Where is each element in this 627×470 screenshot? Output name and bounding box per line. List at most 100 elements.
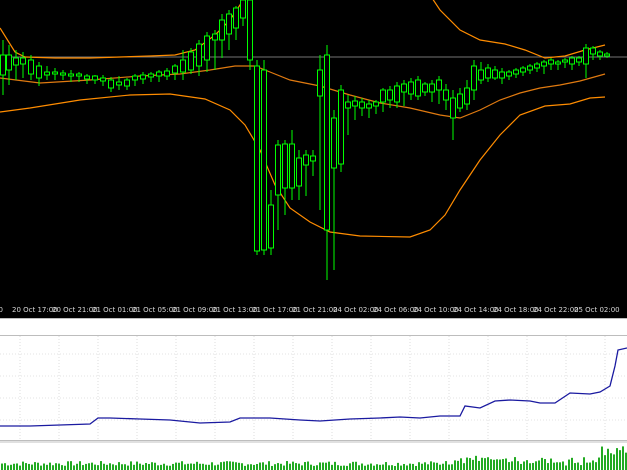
volume-bar bbox=[445, 461, 447, 470]
volume-bar bbox=[292, 461, 294, 470]
candle-body bbox=[254, 65, 260, 252]
mt-chart-window: 00 20 Oct 17:00 20 Oct 21:00 21 Oct 01:0… bbox=[0, 0, 627, 470]
price-chart-canvas[interactable] bbox=[0, 0, 627, 318]
candle-body bbox=[338, 89, 344, 165]
volume-bar bbox=[31, 464, 33, 470]
volume-bar bbox=[397, 462, 399, 470]
volume-bar bbox=[316, 465, 318, 470]
candle-body bbox=[36, 65, 42, 79]
volume-bar bbox=[127, 465, 129, 470]
volume-bar bbox=[64, 465, 66, 470]
time-axis-label: 24 Oct 10:00 bbox=[413, 306, 459, 314]
volume-bar bbox=[526, 460, 528, 470]
candle-body bbox=[541, 61, 547, 67]
candle-body bbox=[534, 63, 540, 69]
equity-indicator-panel[interactable] bbox=[0, 336, 627, 440]
candle-body bbox=[492, 69, 498, 79]
volume-bar bbox=[238, 462, 240, 470]
candle-body bbox=[275, 144, 281, 196]
volume-bar bbox=[274, 464, 276, 470]
volume-bar bbox=[301, 465, 303, 470]
volume-bar bbox=[196, 461, 198, 470]
volume-bar bbox=[373, 465, 375, 470]
volume-bar bbox=[532, 462, 534, 470]
volume-bar bbox=[34, 462, 36, 470]
candle-body bbox=[28, 59, 34, 75]
volume-bar bbox=[589, 462, 591, 470]
volume-bar bbox=[73, 465, 75, 470]
candle-body bbox=[527, 65, 533, 71]
candle-body bbox=[212, 33, 218, 41]
volume-bar bbox=[460, 458, 462, 470]
volume-bar bbox=[190, 463, 192, 470]
volume-bar bbox=[319, 462, 321, 470]
volume-bar bbox=[235, 462, 237, 470]
volume-bar bbox=[334, 461, 336, 470]
time-axis-label: 20 Oct 17:00 bbox=[12, 306, 58, 314]
candle-body bbox=[124, 79, 130, 87]
candle-body bbox=[471, 65, 477, 91]
panel-separator[interactable] bbox=[0, 318, 627, 336]
candle-body bbox=[204, 35, 210, 61]
volume-bar bbox=[547, 463, 549, 470]
candle-body bbox=[345, 101, 351, 109]
volume-bar bbox=[580, 465, 582, 470]
volume-bar bbox=[13, 463, 15, 470]
candle-body bbox=[443, 89, 449, 101]
volume-bar bbox=[82, 465, 84, 470]
volume-bar bbox=[481, 457, 483, 470]
candle-body bbox=[247, 0, 253, 61]
time-axis-label: 24 Oct 18:00 bbox=[493, 306, 539, 314]
volume-bar bbox=[430, 461, 432, 470]
candle-body bbox=[310, 155, 316, 162]
candle-body bbox=[604, 53, 610, 57]
candle-body bbox=[92, 75, 98, 81]
price-chart[interactable] bbox=[0, 0, 627, 318]
volume-bar bbox=[223, 461, 225, 470]
volume-bar bbox=[349, 463, 351, 470]
volume-bar bbox=[370, 463, 372, 470]
volume-bar bbox=[382, 464, 384, 470]
volume-bar bbox=[139, 463, 141, 470]
volume-bar bbox=[616, 448, 618, 470]
volume-bar bbox=[265, 464, 267, 470]
volume-bar bbox=[136, 461, 138, 470]
candle-body bbox=[296, 157, 302, 187]
volume-bar bbox=[379, 464, 381, 470]
volume-bar bbox=[10, 464, 12, 470]
candle-body bbox=[132, 75, 138, 81]
volume-bar bbox=[199, 463, 201, 470]
volume-bar bbox=[562, 461, 564, 470]
candle-body bbox=[408, 81, 414, 95]
volume-bar bbox=[25, 463, 27, 470]
volume-bar bbox=[385, 462, 387, 470]
volume-bar bbox=[142, 464, 144, 470]
time-axis-label: 24 Oct 06:00 bbox=[373, 306, 419, 314]
volume-indicator-panel[interactable] bbox=[0, 443, 627, 470]
volume-bar bbox=[412, 463, 414, 470]
candle-body bbox=[84, 75, 90, 80]
volume-bar bbox=[214, 465, 216, 470]
bollinger-upper-band bbox=[432, 0, 606, 59]
volume-bar bbox=[550, 458, 552, 470]
volume-bar bbox=[433, 462, 435, 470]
volume-bar bbox=[508, 462, 510, 470]
volume-bar bbox=[259, 462, 261, 470]
time-axis-label: 20 Oct 21:00 bbox=[52, 306, 98, 314]
volume-bar bbox=[52, 465, 54, 470]
equity-canvas bbox=[0, 336, 627, 440]
candle-body bbox=[52, 71, 58, 75]
volume-bar bbox=[364, 465, 366, 470]
candle-body bbox=[562, 59, 568, 63]
volume-bar bbox=[466, 457, 468, 470]
volume-bar bbox=[262, 462, 264, 470]
candle-body bbox=[233, 7, 239, 29]
candle-body bbox=[352, 100, 358, 107]
volume-bar bbox=[520, 463, 522, 470]
candle-body bbox=[457, 93, 463, 109]
candle-body bbox=[576, 57, 582, 63]
volume-bar bbox=[58, 463, 60, 470]
volume-bar bbox=[493, 459, 495, 470]
volume-bar bbox=[106, 464, 108, 470]
candle-body bbox=[20, 57, 26, 65]
